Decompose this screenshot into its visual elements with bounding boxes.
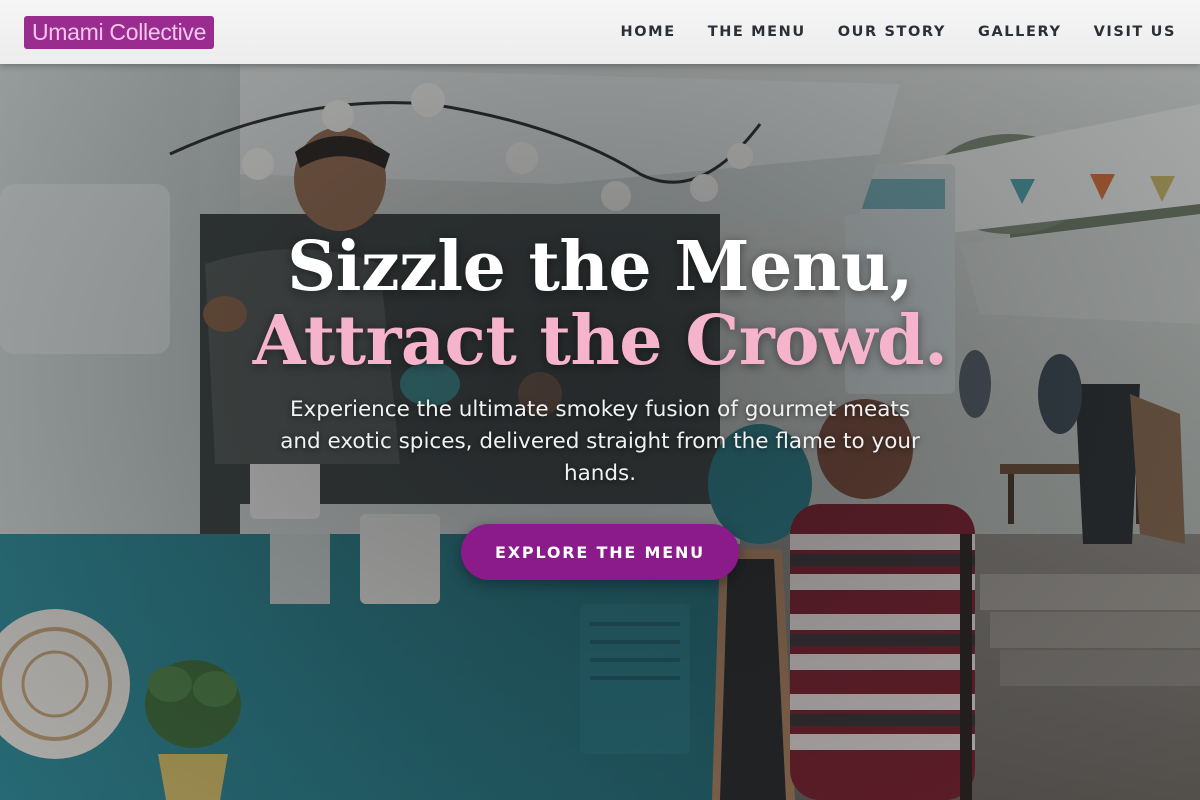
hero-section: Sizzle the Menu, Attract the Crowd. Expe…	[0, 64, 1200, 800]
nav-our-story[interactable]: OUR STORY	[838, 24, 946, 40]
nav-visit-us[interactable]: VISIT US	[1094, 24, 1176, 40]
brand-logo[interactable]: Umami Collective	[24, 15, 215, 49]
nav-home[interactable]: HOME	[621, 24, 676, 40]
site-header: Umami Collective HOME THE MENU OUR STORY…	[0, 0, 1200, 64]
hero-headline-line-1: Sizzle the Menu,	[287, 227, 913, 307]
nav-the-menu[interactable]: THE MENU	[708, 24, 806, 40]
explore-menu-button[interactable]: EXPLORE THE MENU	[461, 524, 739, 580]
hero-headline-line-2: Attract the Crowd.	[252, 301, 948, 381]
nav-gallery[interactable]: GALLERY	[978, 24, 1062, 40]
main-nav: HOME THE MENU OUR STORY GALLERY VISIT US	[621, 24, 1177, 40]
hero-content: Sizzle the Menu, Attract the Crowd. Expe…	[0, 64, 1200, 800]
hero-subtext: Experience the ultimate smokey fusion of…	[280, 397, 920, 486]
